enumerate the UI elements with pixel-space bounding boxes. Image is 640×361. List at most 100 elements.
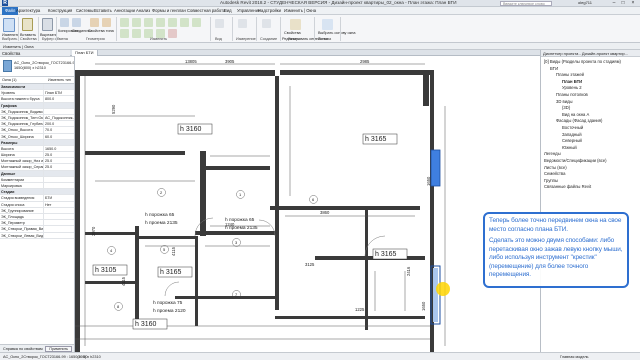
browser-node[interactable]: БТИ <box>550 66 558 71</box>
modify-icon[interactable] <box>3 18 15 32</box>
measure-icon[interactable] <box>238 19 247 28</box>
search-input[interactable]: Введите ключевое слово <box>500 1 552 6</box>
type-selector[interactable]: АС_Окно_2Створок_ГОСТ23166-99 1650(800) … <box>0 57 74 77</box>
menu-tab-3[interactable]: Системы <box>76 8 94 13</box>
property-value[interactable] <box>44 183 74 188</box>
properties-icon[interactable] <box>22 18 33 31</box>
property-value[interactable]: Нет <box>44 202 74 207</box>
property-value[interactable] <box>44 208 74 213</box>
property-value[interactable] <box>44 214 74 219</box>
wall <box>195 231 275 235</box>
ribbon-button-5[interactable]: Свойства типа <box>88 29 114 33</box>
split-icon[interactable] <box>120 29 129 38</box>
mirror-icon[interactable] <box>144 18 153 27</box>
minimize-icon[interactable]: – <box>610 0 618 7</box>
pick-host-icon[interactable] <box>322 19 333 30</box>
property-value[interactable] <box>44 109 74 114</box>
ribbon-button-8[interactable]: Выбрать основу окна <box>318 31 355 35</box>
floor-plan[interactable]: h 3160 h 3165 h 3165 h 3105 h 3165 h 3160 1380… <box>75 56 540 352</box>
join-icon[interactable] <box>90 18 99 27</box>
property-value[interactable]: 1650.0 <box>44 146 74 151</box>
property-value[interactable]: БТИ <box>44 195 74 200</box>
browser-node[interactable]: Фасады (Фасад здания) <box>556 118 602 123</box>
move-icon[interactable] <box>156 18 165 27</box>
view-icon[interactable] <box>215 19 224 28</box>
browser-node[interactable]: Планы потолков <box>556 92 588 97</box>
room-height-tag: h 3165 <box>375 251 397 258</box>
maximize-icon[interactable]: □ <box>619 0 627 7</box>
ribbon-group-4: Изменить <box>150 37 168 41</box>
property-value[interactable]: 25.0 <box>44 164 74 169</box>
room-height-tag: h 3165 <box>365 136 387 143</box>
browser-node[interactable]: Северный <box>562 138 582 143</box>
offset-icon[interactable] <box>132 18 141 27</box>
menu-tab-8[interactable]: Совместная работа <box>187 8 225 13</box>
browser-node[interactable]: {3D} <box>562 105 570 110</box>
menu-tab-4[interactable]: Вставить <box>94 8 112 13</box>
menu-tab-11[interactable]: Надстройки <box>258 8 281 13</box>
browser-node[interactable]: Легенды <box>544 151 561 156</box>
copy-elem-icon[interactable] <box>168 18 177 27</box>
property-value[interactable]: 800.0 <box>44 96 74 101</box>
align-icon[interactable] <box>120 18 129 27</box>
copy-icon[interactable] <box>72 18 81 27</box>
menu-tab-10[interactable]: Управление <box>237 8 260 13</box>
delete-icon[interactable] <box>168 29 177 38</box>
property-value[interactable]: АС_Подоконник... <box>44 115 74 120</box>
menu-tab-6[interactable]: Анализ <box>136 8 150 13</box>
property-value[interactable]: 60.0 <box>44 134 74 139</box>
property-row[interactable]: ЭК_Створки_Левая_Видимость <box>0 232 74 239</box>
browser-node[interactable]: 3D виды <box>556 99 573 104</box>
paste-icon[interactable] <box>42 18 53 31</box>
cut-icon[interactable] <box>60 18 69 27</box>
drawing-canvas[interactable]: h 3160 h 3165 h 3165 h 3105 h 3165 h 3160 1380… <box>75 56 540 352</box>
ribbon-separator <box>210 17 211 41</box>
ribbon-button-6[interactable]: Свойства <box>284 31 301 35</box>
array-icon[interactable] <box>132 29 141 38</box>
browser-node[interactable]: Связанные файлы Revit <box>544 184 591 189</box>
edit-type-button[interactable]: Изменить тип <box>48 77 71 84</box>
menu-tab-12[interactable]: Изменить | Окна <box>284 8 316 13</box>
property-value[interactable] <box>44 84 74 89</box>
property-value[interactable] <box>44 189 74 194</box>
browser-node[interactable]: Ведомости/Спецификации (все) <box>544 158 607 163</box>
browser-node[interactable]: Вид на окна А <box>562 112 589 117</box>
selection-filter[interactable]: Окна (1) Изменить тип <box>0 77 74 84</box>
browser-node[interactable]: План БТИ <box>562 79 582 84</box>
browser-node[interactable]: Семейства <box>544 171 565 176</box>
menu-tab-7[interactable]: Формы и генплан <box>152 8 186 13</box>
properties-help-link[interactable]: Справка по свойствам <box>3 347 43 351</box>
browser-node[interactable]: Листы (все) <box>544 165 567 170</box>
property-value[interactable]: План БТИ <box>44 90 74 95</box>
menu-tab-1[interactable]: Архитектура <box>16 8 40 13</box>
property-value[interactable] <box>44 233 74 238</box>
menu-tab-5[interactable]: Аннотации <box>114 8 135 13</box>
property-value[interactable] <box>44 226 74 231</box>
property-value[interactable] <box>44 140 74 145</box>
revit-logo-icon[interactable]: R <box>2 0 8 6</box>
browser-node[interactable]: Группы <box>544 178 558 183</box>
create-icon[interactable] <box>262 19 271 28</box>
property-value[interactable] <box>44 171 74 176</box>
property-value[interactable]: 200.0 <box>44 121 74 126</box>
property-value[interactable]: 25.0 <box>44 152 74 157</box>
rotate-icon[interactable] <box>180 18 189 27</box>
cut-geometry-icon[interactable] <box>102 18 111 27</box>
close-icon[interactable]: × <box>629 0 637 7</box>
menu-tab-2[interactable]: Конструкция <box>48 8 72 13</box>
property-value[interactable] <box>44 177 74 182</box>
user-name[interactable]: oleg711 <box>578 0 592 5</box>
property-value[interactable]: 25.0 <box>44 158 74 163</box>
browser-node[interactable]: [0] Виды (Разделы проекта по стадиям) <box>544 59 621 64</box>
browser-node[interactable]: Западный <box>562 132 582 137</box>
trim-icon[interactable] <box>192 18 201 27</box>
browser-node[interactable]: Уровень 2 <box>562 85 582 90</box>
browser-node[interactable]: Планы этажей <box>556 72 584 77</box>
browser-node[interactable]: Восточный <box>562 125 583 130</box>
property-value[interactable] <box>44 103 74 108</box>
property-value[interactable]: 70.0 <box>44 127 74 132</box>
edit-family-icon[interactable] <box>290 19 301 30</box>
property-value[interactable] <box>44 220 74 225</box>
browser-node[interactable]: Южный <box>562 145 577 150</box>
menu-tab-9[interactable]: Вид <box>224 8 232 13</box>
